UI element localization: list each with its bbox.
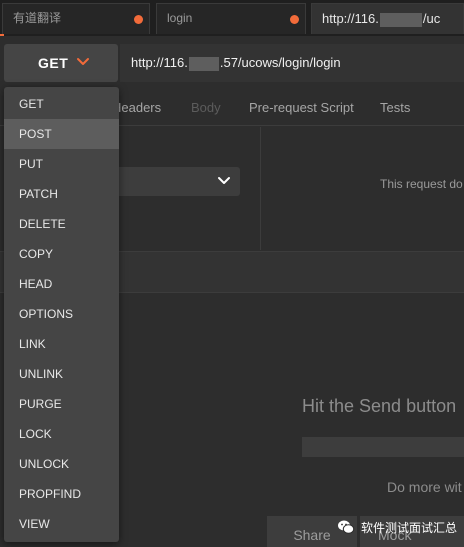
watermark-text: 软件测试面试汇总 (361, 521, 458, 535)
url-suffix: .57/ucows/login/login (219, 55, 341, 70)
tab-body[interactable]: Body (191, 100, 221, 115)
url-prefix: http://116. (131, 55, 188, 70)
method-select[interactable]: GET (4, 44, 118, 82)
request-bar: GET http://116. .57/ucows/login/login (0, 36, 464, 90)
redacted-mask (188, 56, 219, 71)
menu-item-options[interactable]: OPTIONS (4, 299, 119, 329)
tab-login[interactable]: login (156, 3, 306, 34)
menu-item-unlock[interactable]: UNLOCK (4, 449, 119, 479)
menu-item-get[interactable]: GET (4, 89, 119, 119)
url-input[interactable]: http://116. .57/ucows/login/login (120, 44, 464, 82)
menu-item-link[interactable]: LINK (4, 329, 119, 359)
auth-info-text: This request do (380, 177, 463, 191)
redacted-mask (379, 12, 422, 27)
menu-item-view[interactable]: VIEW (4, 509, 119, 539)
menu-item-unlink[interactable]: UNLINK (4, 359, 119, 389)
tab-headers[interactable]: Headers (112, 100, 161, 115)
unsaved-dot-icon (134, 15, 143, 24)
method-dropdown-menu: GET POST PUT PATCH DELETE COPY HEAD OPTI… (4, 87, 119, 542)
send-hint-text: Hit the Send button (302, 396, 457, 416)
hint-placeholder-bar (302, 437, 464, 457)
menu-item-propfind[interactable]: PROPFIND (4, 479, 119, 509)
unsaved-dot-icon (290, 15, 299, 24)
tab-active-request[interactable]: http://116. /uc (311, 3, 464, 34)
menu-item-purge[interactable]: PURGE (4, 389, 119, 419)
menu-item-put[interactable]: PUT (4, 149, 119, 179)
menu-item-delete[interactable]: DELETE (4, 209, 119, 239)
tab-label-suffix: /uc (422, 11, 441, 26)
tab-bar: 有道翻译 login http://116. /uc (0, 0, 464, 36)
menu-item-post[interactable]: POST (4, 119, 119, 149)
do-more-text: Do more wit (387, 479, 462, 495)
tab-label: 有道翻译 (13, 11, 62, 25)
tab-youdao[interactable]: 有道翻译 (2, 3, 150, 34)
wechat-icon (338, 520, 355, 534)
menu-item-lock[interactable]: LOCK (4, 419, 119, 449)
tab-label: login (167, 11, 193, 25)
chevron-down-icon (77, 58, 89, 65)
tab-tests[interactable]: Tests (380, 100, 410, 115)
tab-label-prefix: http://116. (322, 11, 379, 26)
menu-item-patch[interactable]: PATCH (4, 179, 119, 209)
method-label: GET (38, 55, 69, 71)
auth-type-select[interactable] (110, 167, 240, 196)
chevron-down-icon (218, 177, 230, 184)
menu-item-head[interactable]: HEAD (4, 269, 119, 299)
tab-pre-request-script[interactable]: Pre-request Script (249, 100, 354, 115)
menu-item-copy[interactable]: COPY (4, 239, 119, 269)
panel-divider (260, 127, 261, 250)
